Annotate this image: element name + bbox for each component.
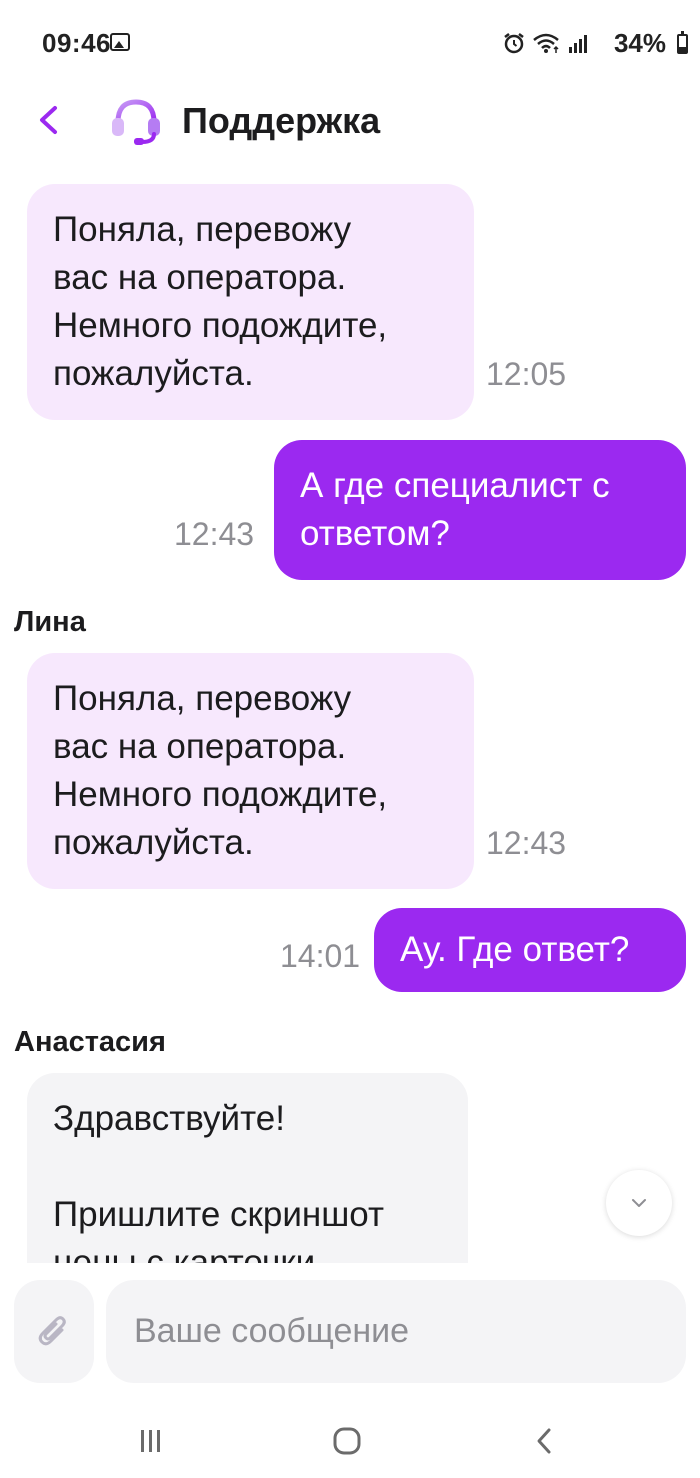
battery-percent: 34% <box>613 28 666 58</box>
message-text-line: ответом? <box>300 514 450 553</box>
sender-name: Анастасия <box>14 1026 166 1058</box>
chevron-left-icon <box>40 106 57 134</box>
wifi-icon <box>533 33 559 53</box>
status-time: 09:46 <box>42 28 111 58</box>
system-nav-bar <box>0 1403 700 1478</box>
home-button[interactable] <box>327 1421 367 1461</box>
message-time: 12:43 <box>486 825 567 861</box>
message-bubble-incoming[interactable]: Поняла, перевожу вас на оператора. Немно… <box>27 653 474 889</box>
message-bubble-outgoing[interactable]: А где специалист с ответом? <box>274 440 686 580</box>
chevron-down-icon <box>632 1199 646 1207</box>
message-bubble-incoming[interactable]: Здравствуйте! Пришлите скриншот цены с к… <box>27 1073 468 1263</box>
paperclip-icon <box>38 1315 66 1345</box>
signal-icon <box>569 35 587 53</box>
message-text-line: Здравствуйте! <box>53 1099 285 1138</box>
headset-icon <box>112 99 160 145</box>
message-input[interactable] <box>106 1280 686 1383</box>
message-text-line: Поняла, перевожу <box>53 679 352 718</box>
status-bar: 09:46 34% <box>0 0 700 90</box>
home-icon <box>333 1427 361 1455</box>
recents-icon <box>141 1430 160 1452</box>
message-time: 12:05 <box>486 356 567 392</box>
message-text-line: вас на оператора. <box>53 727 347 766</box>
message-text-line: Ау. Где ответ? <box>400 930 630 969</box>
message-bubble-incoming[interactable]: Поняла, перевожу вас на оператора. Немно… <box>27 184 474 420</box>
message-time: 14:01 <box>280 938 361 974</box>
recents-button[interactable] <box>130 1421 170 1461</box>
message-time: 12:43 <box>174 516 255 552</box>
system-back-button[interactable] <box>524 1421 564 1461</box>
status-icons <box>502 28 590 58</box>
back-button[interactable] <box>30 100 70 140</box>
scroll-down-button[interactable] <box>606 1170 672 1236</box>
message-bubble-outgoing[interactable]: Ау. Где ответ? <box>374 908 686 992</box>
gallery-notification-icon <box>110 33 130 51</box>
attach-button[interactable] <box>14 1280 94 1383</box>
message-text-line: вас на оператора. <box>53 258 347 297</box>
message-text-line: цены с карточки <box>53 1243 316 1263</box>
message-text-line <box>53 1143 442 1191</box>
back-icon <box>537 1428 551 1454</box>
message-composer <box>0 1263 700 1403</box>
battery-icon <box>677 31 688 54</box>
message-text-line: Немного подождите, <box>53 775 388 814</box>
alarm-icon <box>504 33 524 54</box>
page-title: Поддержка <box>182 100 381 141</box>
message-text-line: Немного подождите, <box>53 306 388 345</box>
message-text-line: А где специалист с <box>300 466 610 505</box>
message-text-line: Поняла, перевожу <box>53 210 352 249</box>
message-list[interactable]: Поняла, перевожу вас на оператора. Немно… <box>0 160 700 1263</box>
sender-name: Лина <box>14 606 86 638</box>
message-text-line: Пришлите скриншот <box>53 1195 385 1234</box>
message-text-line: пожалуйста. <box>53 823 254 862</box>
chat-header: Поддержка <box>0 90 700 160</box>
message-text-line: пожалуйста. <box>53 354 254 393</box>
